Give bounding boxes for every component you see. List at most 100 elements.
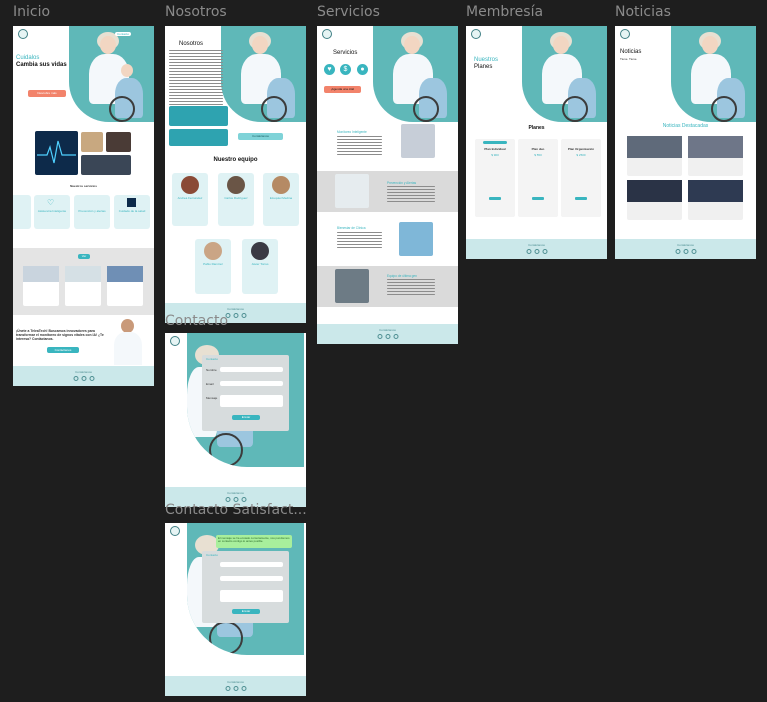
team-member-card[interactable]: Javier Torres: [242, 239, 278, 294]
plan-card[interactable]: Plan duo $ 550: [518, 139, 558, 217]
member-name: Andrea Fernández: [177, 196, 203, 200]
email-field[interactable]: [220, 381, 283, 386]
partner-button[interactable]: Contáctanos: [47, 347, 79, 353]
service-card[interactable]: Prevención y alertas: [74, 195, 110, 229]
hero-image: [69, 26, 154, 122]
message-field[interactable]: [220, 395, 283, 407]
discover-button[interactable]: Descubre más: [28, 90, 66, 97]
email-field[interactable]: [220, 576, 283, 581]
device-card[interactable]: [107, 266, 143, 306]
frame-contacto-satisfactorio[interactable]: El mensaje se ha enviado correctamente, …: [165, 523, 306, 696]
social-icons[interactable]: [526, 249, 547, 254]
logo-icon: [620, 29, 630, 39]
team-member-card[interactable]: Ezequiel Medina: [263, 173, 299, 226]
team-member-card[interactable]: Pablo Ramírez: [195, 239, 231, 294]
frame-label-membresia[interactable]: Membresía: [466, 4, 543, 20]
name-field[interactable]: [220, 367, 283, 372]
team-member-card[interactable]: Carlos Rodríguez: [218, 173, 254, 226]
frame-membresia[interactable]: Nuestros Planes Planes Plan Individual $…: [466, 26, 607, 259]
hero-image: [522, 26, 607, 122]
logo-icon: [18, 29, 28, 39]
news-card[interactable]: [688, 180, 743, 220]
heart-icon: ♡: [47, 198, 55, 207]
field-label: Mensaje: [206, 396, 218, 400]
service-card[interactable]: ♡ Asistencia Inteligente: [34, 195, 70, 229]
frame-servicios[interactable]: Servicios ♥ $ ● ¡Agenda una cita! Monito…: [317, 26, 458, 344]
form-title: Contacto: [206, 553, 219, 557]
contact-form: Contacto Enviar: [202, 551, 289, 623]
social-icons[interactable]: [73, 376, 94, 381]
submit-button[interactable]: Enviar: [232, 415, 260, 420]
heart-icon[interactable]: ♥: [324, 64, 335, 75]
team-title: Nuestro equipo: [213, 157, 258, 163]
logo-icon: [471, 29, 481, 39]
service-title: Monitoreo Inteligente: [337, 130, 367, 134]
footer-text: Contáctanos: [379, 328, 396, 332]
service-image: [401, 124, 435, 158]
frame-noticias[interactable]: Noticias Tiene. Tiene. Noticias Destacad…: [615, 26, 756, 259]
submit-button[interactable]: Enviar: [232, 609, 260, 614]
appointment-button[interactable]: ¡Agenda una cita!: [324, 86, 361, 93]
field-label: Nombre: [206, 368, 217, 372]
footer-text: Contáctanos: [528, 243, 545, 247]
gallery-image-3: [81, 155, 131, 175]
social-icons[interactable]: [225, 313, 246, 318]
plan-button[interactable]: [532, 197, 544, 200]
frame-label-inicio[interactable]: Inicio: [13, 4, 50, 20]
featured-title: Noticias Destacadas: [662, 123, 709, 129]
service-image: [335, 269, 369, 303]
service-card[interactable]: Cuidado de la salud: [114, 195, 150, 229]
page-title: Nosotros: [179, 41, 204, 47]
device-card[interactable]: [23, 266, 59, 306]
service-image: [335, 174, 369, 208]
hero-image: [671, 26, 756, 122]
nav-button[interactable]: Contacto: [115, 32, 132, 36]
frame-nosotros[interactable]: Nosotros Contáctanos Nuestro equipo Andr…: [165, 26, 306, 323]
info-box: [169, 129, 228, 146]
devices-button[interactable]: Ver: [78, 254, 90, 259]
social-icons[interactable]: [225, 686, 246, 691]
footer-text: Contáctanos: [677, 243, 694, 247]
plan-card[interactable]: Plan Organización $ 2500: [561, 139, 601, 217]
name-field[interactable]: [220, 562, 283, 567]
team-member-card[interactable]: Andrea Fernández: [172, 173, 208, 226]
avatar: [251, 242, 269, 260]
contact-button[interactable]: Contáctanos: [238, 133, 283, 140]
devices-band: Ver: [13, 248, 154, 315]
plan-card[interactable]: Plan Individual $ 900: [475, 139, 515, 217]
frame-label-nosotros[interactable]: Nosotros: [165, 4, 227, 20]
service-title: Bienestar de Clínica: [337, 226, 366, 230]
footer: Contáctanos: [466, 239, 607, 259]
form-title: Contacto: [206, 357, 219, 361]
social-icons[interactable]: [377, 334, 398, 339]
top-nav: Contacto: [115, 32, 132, 36]
design-canvas: Inicio Contacto Cuidalos Cambia sus vida…: [0, 0, 767, 702]
device-card[interactable]: [65, 266, 101, 306]
message-field[interactable]: [220, 590, 283, 602]
service-image: [399, 222, 433, 256]
service-card[interactable]: [13, 195, 31, 229]
news-card[interactable]: [627, 180, 682, 220]
service-band: Prevención y Alertas: [317, 171, 458, 212]
news-card[interactable]: [688, 136, 743, 176]
plan-name: Plan Organización: [567, 147, 595, 151]
frame-contacto[interactable]: Contacto Nombre Email Mensaje Enviar Con…: [165, 333, 306, 507]
plan-button[interactable]: [489, 197, 501, 200]
dollar-icon[interactable]: $: [340, 64, 351, 75]
news-card[interactable]: [627, 136, 682, 176]
frame-label-servicios[interactable]: Servicios: [317, 4, 380, 20]
avatar: [204, 242, 222, 260]
social-icons[interactable]: [675, 249, 696, 254]
logo-icon: [322, 29, 332, 39]
frame-label-noticias[interactable]: Noticias: [615, 4, 671, 20]
doctor-image: [111, 317, 145, 365]
plan-button[interactable]: [575, 197, 587, 200]
frame-inicio[interactable]: Contacto Cuidalos Cambia sus vidas Descu…: [13, 26, 154, 386]
info-box: [169, 106, 228, 126]
user-icon[interactable]: ●: [357, 64, 368, 75]
contact-form: Contacto Nombre Email Mensaje Enviar: [202, 355, 289, 431]
footer-text: Contáctanos: [227, 680, 244, 684]
frame-label-contacto-satisfactorio[interactable]: Contacto Satisfact...: [165, 502, 307, 518]
footer-text: Contáctanos: [227, 491, 244, 495]
frame-label-contacto[interactable]: Contacto: [165, 313, 228, 329]
